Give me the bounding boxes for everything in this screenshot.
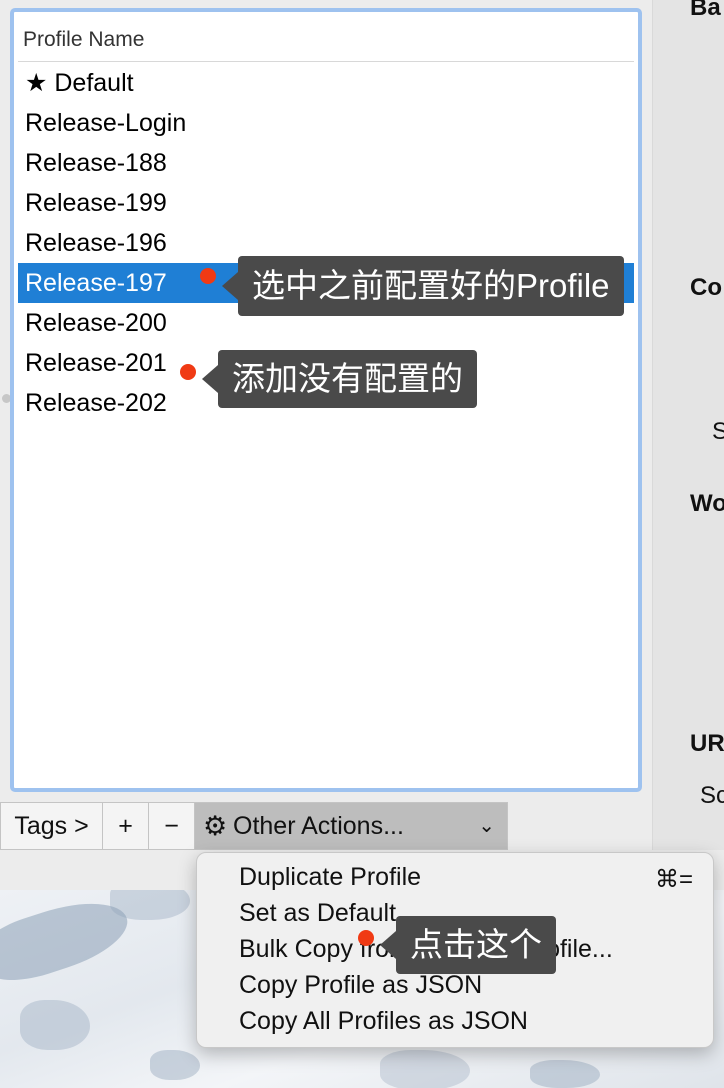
tags-button[interactable]: Tags > [0, 802, 103, 850]
other-actions-button[interactable]: ⚙ Other Actions... ⌄ [195, 802, 508, 850]
wallpaper-shape [530, 1060, 600, 1088]
field-label-s: S [712, 418, 724, 445]
section-label-working-dir: Wo [690, 490, 724, 517]
duplicate-shortcut: ⌘= [654, 866, 693, 893]
wallpaper-shape [20, 1000, 90, 1050]
other-actions-label: Other Actions... [233, 812, 404, 840]
menu-item-copy-all-profiles-json[interactable]: Copy All Profiles as JSON [239, 1007, 528, 1036]
wallpaper-shape [110, 890, 190, 920]
field-label-sc: Sc [700, 782, 724, 809]
section-label-url: UR [690, 730, 724, 757]
profile-row[interactable]: Release-Login [18, 103, 634, 143]
preferences-window: Ba Co S Wo UR Sc Profile Name ★ Default … [0, 0, 724, 890]
menu-item-set-as-default[interactable]: Set as Default [239, 899, 396, 928]
annotation-add-unconfigured: 添加没有配置的 [202, 350, 477, 408]
annotation-dot [180, 364, 196, 380]
annotation-dot [358, 930, 374, 946]
wallpaper-shape [150, 1050, 200, 1080]
gear-icon: ⚙ [203, 811, 228, 841]
annotation-select-profile: 选中之前配置好的Profile [222, 256, 624, 316]
annotation-click-this: 点击这个 [380, 916, 556, 974]
chevron-down-icon: ⌄ [478, 815, 495, 837]
menu-item-copy-profile-json[interactable]: Copy Profile as JSON [239, 971, 482, 1000]
section-label-command: Co [690, 274, 722, 301]
profile-row[interactable]: Release-188 [18, 143, 634, 183]
profile-toolbar: Tags > + − ⚙ Other Actions... ⌄ [0, 802, 508, 850]
add-profile-button[interactable]: + [103, 802, 149, 850]
annotation-dot [200, 268, 216, 284]
column-header-profile-name[interactable]: Profile Name [18, 16, 634, 62]
section-label-basics: Ba [690, 0, 721, 21]
menu-item-duplicate-profile[interactable]: Duplicate Profile [239, 863, 421, 892]
profile-row[interactable]: Release-199 [18, 183, 634, 223]
wallpaper-shape [380, 1050, 470, 1088]
remove-profile-button[interactable]: − [149, 802, 195, 850]
profile-row-default[interactable]: ★ Default [18, 63, 634, 103]
